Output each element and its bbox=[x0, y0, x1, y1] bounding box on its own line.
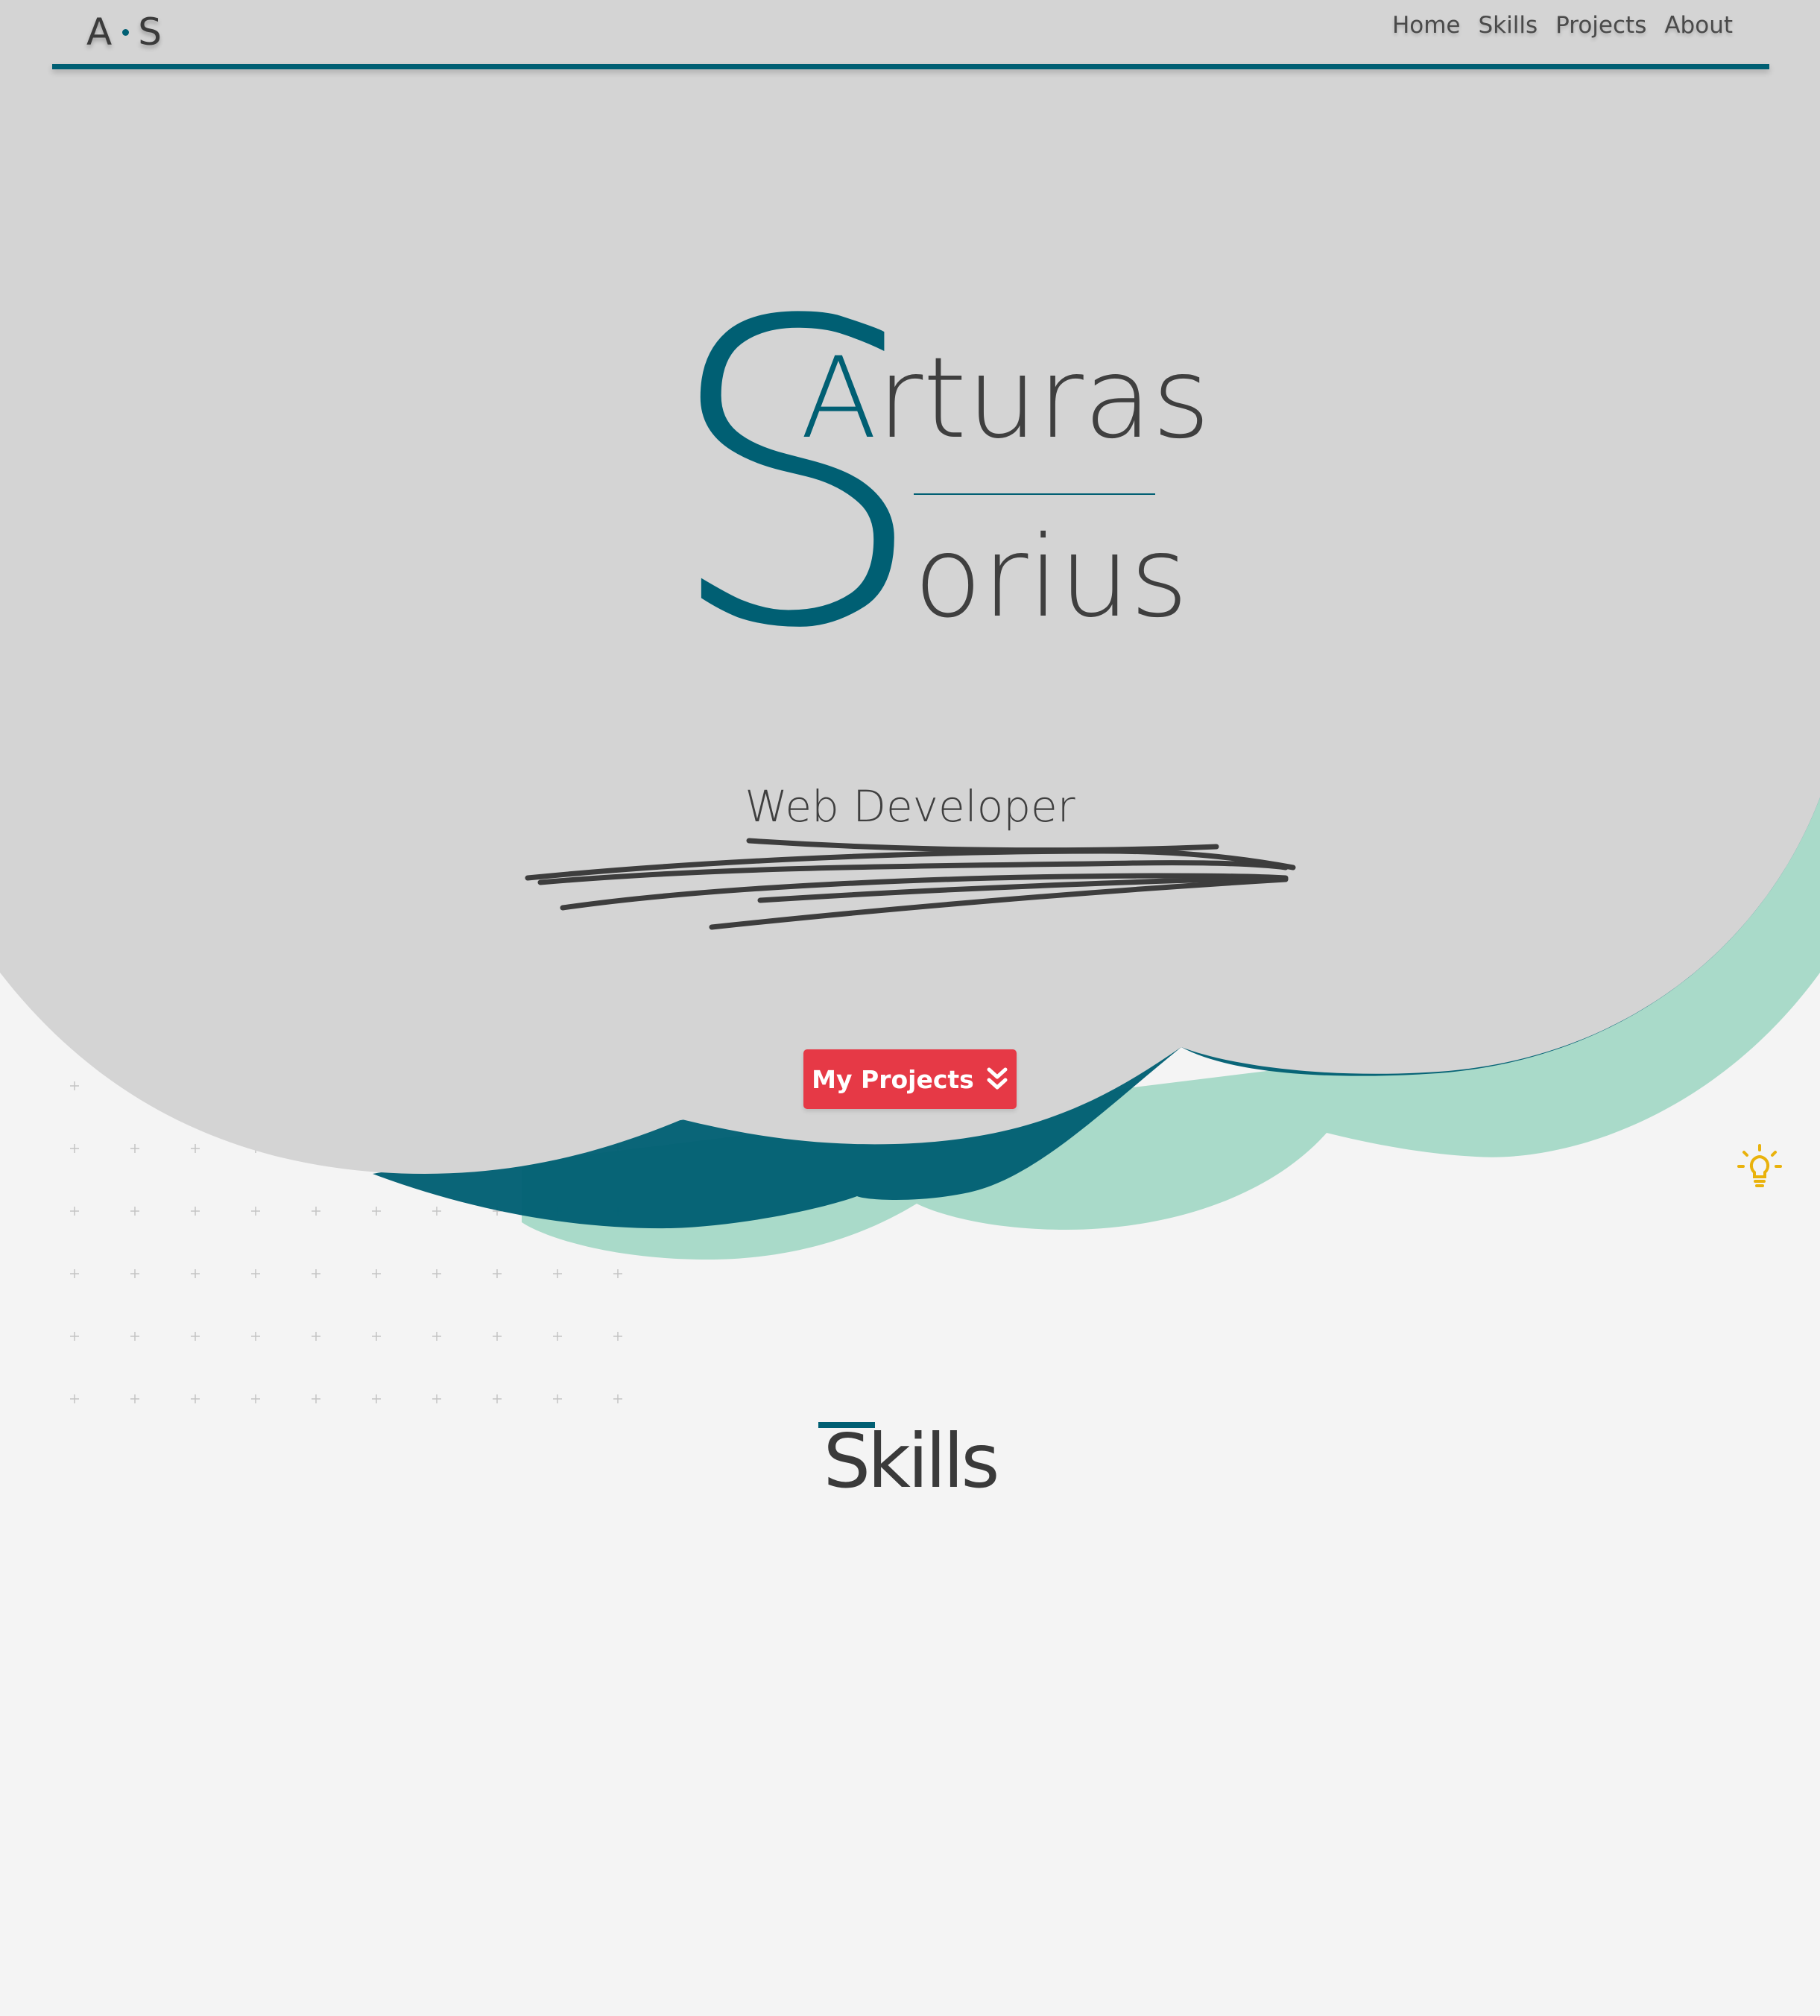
grid-plus-mark bbox=[130, 1332, 139, 1341]
monogram-s: S bbox=[663, 234, 928, 720]
grid-plus-mark bbox=[70, 1332, 79, 1341]
header-rule bbox=[52, 64, 1769, 69]
grid-plus-mark bbox=[493, 1269, 502, 1278]
grid-plus-mark bbox=[312, 1394, 320, 1403]
logo-letter-s: S bbox=[138, 10, 163, 54]
grid-plus-mark bbox=[372, 1332, 381, 1341]
grid-plus-mark bbox=[432, 1332, 441, 1341]
job-title: Web Developer bbox=[745, 781, 1075, 832]
nav-link-projects[interactable]: Projects bbox=[1555, 12, 1646, 39]
lightbulb-icon[interactable] bbox=[1737, 1143, 1783, 1189]
grid-plus-mark bbox=[251, 1394, 260, 1403]
name-divider bbox=[914, 493, 1155, 495]
grid-plus-mark bbox=[372, 1394, 381, 1403]
grid-plus-mark bbox=[251, 1332, 260, 1341]
grid-plus-mark bbox=[130, 1269, 139, 1278]
logo-dot bbox=[122, 28, 130, 36]
grid-plus-mark bbox=[613, 1332, 622, 1341]
first-name-initial: A bbox=[800, 334, 877, 464]
chevron-double-down-icon bbox=[987, 1067, 1008, 1090]
grid-plus-mark bbox=[432, 1394, 441, 1403]
grid-plus-mark bbox=[70, 1144, 79, 1153]
grid-plus-mark bbox=[312, 1269, 320, 1278]
grid-plus-mark bbox=[191, 1207, 200, 1216]
grid-plus-mark bbox=[553, 1332, 562, 1341]
grid-plus-mark bbox=[432, 1269, 441, 1278]
grid-plus-mark bbox=[493, 1332, 502, 1341]
grid-plus-mark bbox=[70, 1081, 79, 1090]
grid-plus-mark bbox=[251, 1269, 260, 1278]
grid-plus-mark bbox=[130, 1394, 139, 1403]
grid-plus-mark bbox=[312, 1332, 320, 1341]
grid-plus-mark bbox=[432, 1207, 441, 1216]
grid-plus-mark bbox=[191, 1332, 200, 1341]
grid-plus-mark bbox=[70, 1269, 79, 1278]
my-projects-button[interactable]: My Projects bbox=[803, 1049, 1017, 1109]
grid-plus-mark bbox=[251, 1207, 260, 1216]
first-name: Arturas bbox=[800, 343, 1210, 455]
last-name: orius bbox=[914, 513, 1189, 642]
grid-plus-mark bbox=[191, 1269, 200, 1278]
first-name-rest: rturas bbox=[876, 334, 1210, 464]
my-projects-label: My Projects bbox=[812, 1064, 974, 1094]
grid-plus-mark bbox=[191, 1394, 200, 1403]
grid-plus-mark bbox=[312, 1207, 320, 1216]
grid-plus-mark bbox=[70, 1207, 79, 1216]
grid-plus-mark bbox=[130, 1144, 139, 1153]
grid-plus-mark bbox=[553, 1269, 562, 1278]
grid-plus-mark bbox=[613, 1394, 622, 1403]
grid-plus-mark bbox=[70, 1394, 79, 1403]
grid-plus-mark bbox=[130, 1207, 139, 1216]
grid-plus-mark bbox=[191, 1144, 200, 1153]
grid-plus-mark bbox=[553, 1394, 562, 1403]
skills-heading: Skills bbox=[823, 1418, 1000, 1505]
site-logo[interactable]: A S bbox=[86, 10, 163, 54]
nav-link-skills[interactable]: Skills bbox=[1479, 12, 1538, 39]
scribble-underline bbox=[525, 838, 1296, 930]
nav-link-about[interactable]: About bbox=[1664, 12, 1733, 39]
main-nav: Home Skills Projects About bbox=[1392, 12, 1733, 39]
grid-plus-mark bbox=[613, 1269, 622, 1278]
grid-plus-mark bbox=[372, 1269, 381, 1278]
logo-letter-a: A bbox=[86, 10, 114, 54]
grid-plus-mark bbox=[372, 1207, 381, 1216]
nav-link-home[interactable]: Home bbox=[1392, 12, 1461, 39]
grid-plus-mark bbox=[493, 1394, 502, 1403]
